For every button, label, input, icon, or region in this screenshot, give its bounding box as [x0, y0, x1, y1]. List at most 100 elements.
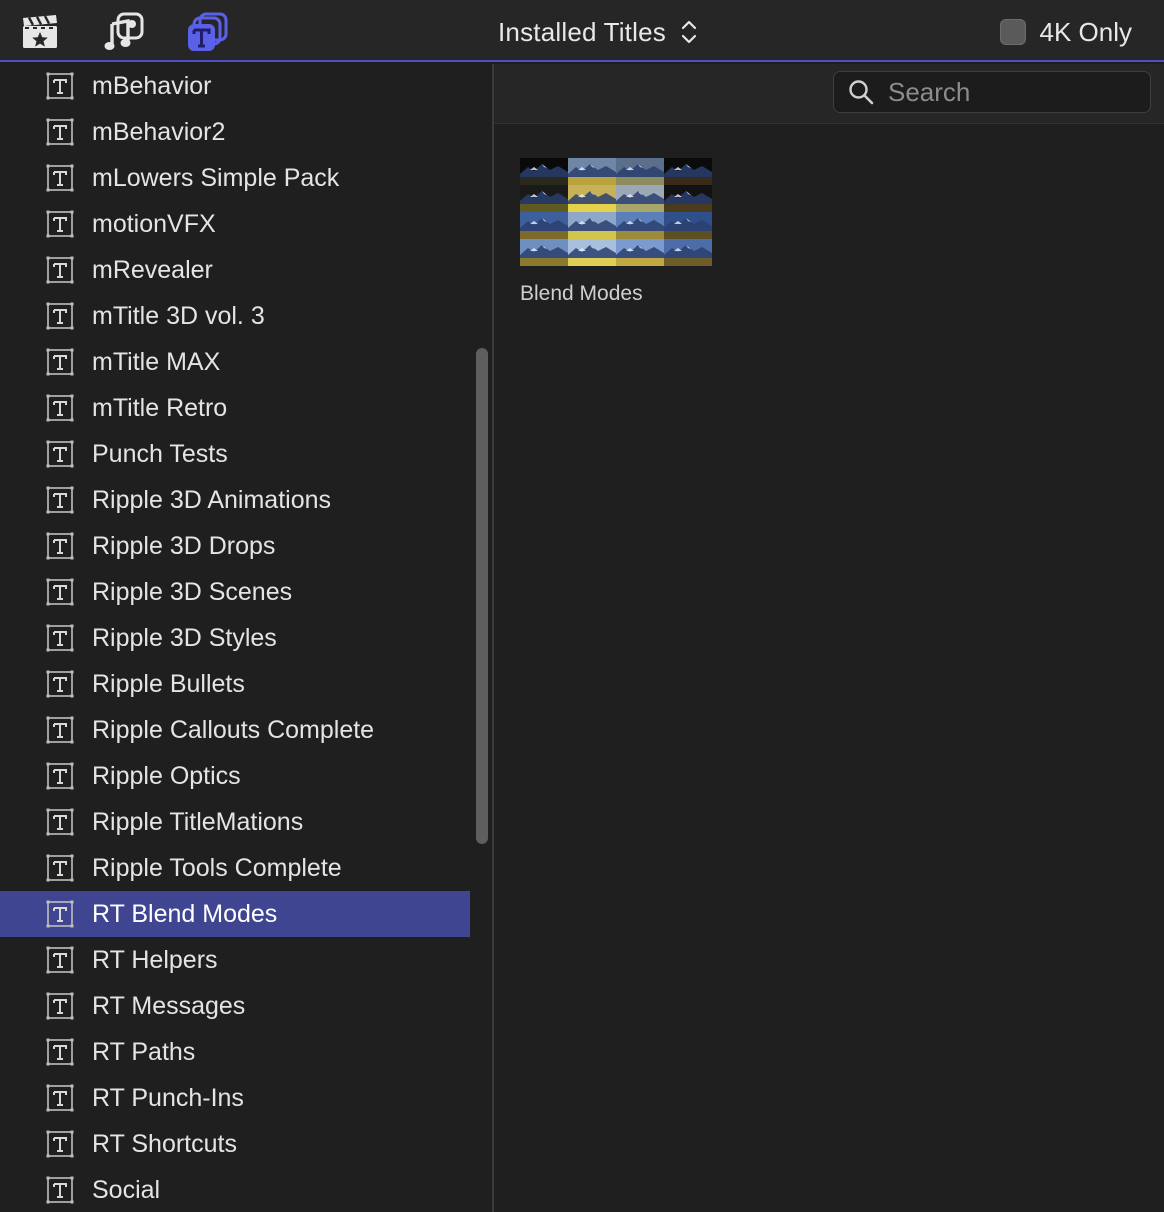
sidebar-item-label: mLowers Simple Pack: [92, 163, 340, 192]
browser-title-popup[interactable]: Installed Titles: [498, 14, 698, 50]
sidebar-item[interactable]: RT Shortcuts: [0, 1121, 470, 1167]
sidebar-item[interactable]: mRevealer: [0, 247, 470, 293]
sidebar-item-label: mTitle MAX: [92, 347, 221, 376]
sidebar-item-label: mRevealer: [92, 255, 213, 284]
title-template-icon: [46, 1130, 74, 1158]
title-template-icon: [46, 1038, 74, 1066]
title-template-icon: [46, 762, 74, 790]
sidebar-item-label: RT Paths: [92, 1037, 196, 1066]
sidebar-item-label: RT Punch-Ins: [92, 1083, 244, 1112]
chevron-up-down-icon: [681, 20, 697, 44]
sidebar-item[interactable]: Ripple 3D Scenes: [0, 569, 470, 615]
thumbnail-tile: [568, 239, 616, 266]
sidebar-item-label: RT Blend Modes: [92, 899, 278, 928]
sidebar-item[interactable]: Ripple 3D Drops: [0, 523, 470, 569]
title-template-icon: [46, 302, 74, 330]
title-template-icon: [46, 210, 74, 238]
sidebar-scroll-thumb[interactable]: [476, 348, 488, 844]
category-list: mBehavior mBehavior2 mLowers Simple Pack mo…: [0, 64, 470, 1212]
thumbnail-tile: [664, 239, 712, 266]
blend-modes-thumbnail[interactable]: [520, 158, 712, 266]
title-template-icon: [46, 1176, 74, 1204]
title-template-icon: [46, 624, 74, 652]
browser-title: Installed Titles: [498, 16, 666, 47]
title-template-icon: [46, 808, 74, 836]
sidebar-item[interactable]: Ripple TitleMations: [0, 799, 470, 845]
title-template-icon: [46, 72, 74, 100]
title-template-icon: [46, 440, 74, 468]
sidebar-item[interactable]: RT Paths: [0, 1029, 470, 1075]
title-template-icon: [46, 992, 74, 1020]
clapboard-star-icon[interactable]: [20, 12, 60, 52]
title-item-blend-modes[interactable]: Blend Modes: [520, 158, 712, 306]
title-template-icon: [46, 394, 74, 422]
sidebar-item[interactable]: Punch Tests: [0, 431, 470, 477]
search-field[interactable]: [833, 71, 1151, 113]
sidebar-item[interactable]: Ripple 3D Styles: [0, 615, 470, 661]
sidebar-item[interactable]: Ripple 3D Animations: [0, 477, 470, 523]
toolbar: Installed Titles 4K Only: [0, 0, 1164, 62]
4k-only-checkbox[interactable]: [999, 19, 1026, 45]
4k-only-filter[interactable]: 4K Only: [999, 14, 1132, 50]
sidebar-item[interactable]: RT Punch-Ins: [0, 1075, 470, 1121]
title-template-icon: [46, 532, 74, 560]
sidebar-item-label: Ripple Optics: [92, 761, 241, 790]
sidebar-item[interactable]: Ripple Callouts Complete: [0, 707, 470, 753]
sidebar-item[interactable]: mTitle 3D vol. 3: [0, 293, 470, 339]
thumbnail-tile: [616, 239, 664, 266]
title-categories-sidebar: mBehavior mBehavior2 mLowers Simple Pack mo…: [0, 64, 470, 1212]
browser-content: Blend Modes: [494, 64, 1164, 1212]
sidebar-item-label: Ripple Tools Complete: [92, 853, 342, 882]
title-template-icon: [46, 670, 74, 698]
sidebar-item-label: RT Shortcuts: [92, 1129, 237, 1158]
title-template-icon: [46, 578, 74, 606]
title-template-icon: [46, 164, 74, 192]
music-photo-icon[interactable]: [104, 12, 144, 52]
title-template-icon: [46, 348, 74, 376]
sidebar-item-label: RT Messages: [92, 991, 246, 1020]
thumbnail-tile: [520, 212, 568, 239]
thumbnail-tile: [616, 212, 664, 239]
title-template-icon: [46, 486, 74, 514]
thumbnail-tile: [568, 212, 616, 239]
sidebar-item-label: mBehavior2: [92, 117, 226, 146]
sidebar-item-label: Punch Tests: [92, 439, 228, 468]
thumbnail-tile: [520, 158, 568, 185]
title-template-icon: [46, 1084, 74, 1112]
sidebar-item[interactable]: RT Blend Modes: [0, 891, 470, 937]
sidebar-item[interactable]: mBehavior: [0, 64, 470, 109]
sidebar-item[interactable]: mBehavior2: [0, 109, 470, 155]
sidebar-item[interactable]: RT Helpers: [0, 937, 470, 983]
thumbnail-tile: [616, 158, 664, 185]
sidebar-item[interactable]: Ripple Tools Complete: [0, 845, 470, 891]
sidebar-item[interactable]: mTitle MAX: [0, 339, 470, 385]
search-input[interactable]: [888, 76, 1128, 108]
sidebar-item[interactable]: motionVFX: [0, 201, 470, 247]
sidebar-item-label: motionVFX: [92, 209, 216, 238]
sidebar-item[interactable]: mLowers Simple Pack: [0, 155, 470, 201]
title-template-icon: [46, 854, 74, 882]
sidebar-item-label: Ripple 3D Drops: [92, 531, 276, 560]
sidebar-item[interactable]: mTitle Retro: [0, 385, 470, 431]
thumbnail-tile: [520, 185, 568, 212]
sidebar-item[interactable]: Ripple Optics: [0, 753, 470, 799]
title-item-label: Blend Modes: [520, 282, 643, 305]
search-icon: [849, 80, 874, 105]
sidebar-item-label: mTitle 3D vol. 3: [92, 301, 265, 330]
sidebar-item-label: mTitle Retro: [92, 393, 228, 422]
sidebar-item[interactable]: RT Messages: [0, 983, 470, 1029]
thumbnail-tile: [664, 212, 712, 239]
thumbnail-tile: [568, 158, 616, 185]
thumbnail-tile: [568, 185, 616, 212]
title-template-icon: [46, 256, 74, 284]
sidebar-item-label: Ripple 3D Scenes: [92, 577, 293, 606]
sidebar-item-label: Ripple TitleMations: [92, 807, 304, 836]
title-template-icon: [46, 118, 74, 146]
sidebar-item-label: Ripple Callouts Complete: [92, 715, 375, 744]
titles-icon[interactable]: [188, 12, 228, 52]
sidebar-item[interactable]: Ripple Bullets: [0, 661, 470, 707]
thumbnail-tile: [664, 185, 712, 212]
sidebar-item[interactable]: Social: [0, 1167, 470, 1212]
sidebar-item-label: RT Helpers: [92, 945, 218, 974]
sidebar-item-label: Social: [92, 1175, 161, 1204]
